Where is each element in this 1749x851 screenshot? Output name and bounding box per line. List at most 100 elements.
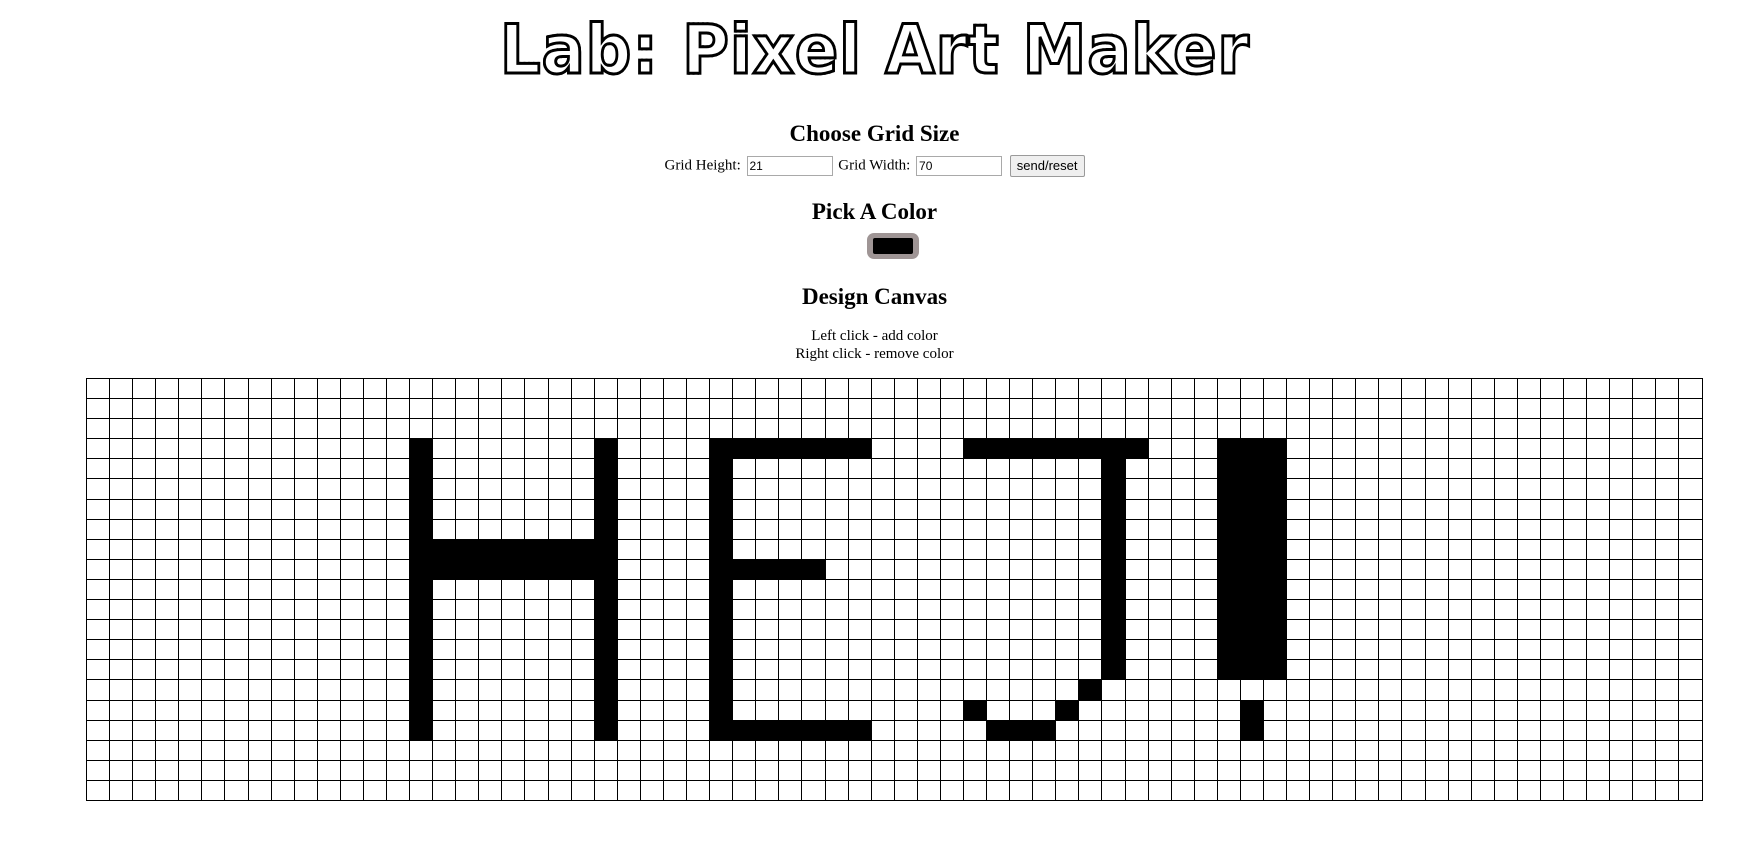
canvas-cell[interactable] [1678, 639, 1703, 661]
canvas-cell[interactable] [1032, 779, 1057, 801]
canvas-cell[interactable] [247, 679, 272, 701]
canvas-cell[interactable] [386, 719, 411, 741]
canvas-cell[interactable] [732, 619, 757, 641]
canvas-cell[interactable] [1609, 558, 1634, 580]
canvas-cell[interactable] [1355, 679, 1380, 701]
canvas-cell[interactable] [339, 578, 364, 601]
canvas-cell[interactable] [1470, 639, 1495, 661]
canvas-cell[interactable] [755, 639, 780, 661]
canvas-cell[interactable] [1424, 759, 1449, 781]
canvas-cell[interactable] [132, 377, 157, 400]
canvas-cell[interactable] [1216, 639, 1241, 661]
canvas-cell[interactable] [432, 639, 457, 661]
canvas-cell[interactable] [1586, 699, 1611, 721]
canvas-cell[interactable] [1262, 759, 1288, 781]
canvas-cell[interactable] [1009, 578, 1034, 601]
canvas-cell[interactable] [1216, 659, 1241, 681]
canvas-cell[interactable] [824, 458, 849, 480]
canvas-cell[interactable] [339, 639, 364, 661]
canvas-cell[interactable] [1355, 478, 1380, 500]
canvas-cell[interactable] [316, 478, 341, 500]
canvas-cell[interactable] [501, 659, 526, 681]
canvas-cell[interactable] [270, 518, 295, 540]
canvas-cell[interactable] [1009, 398, 1034, 420]
canvas-cell[interactable] [109, 619, 134, 641]
canvas-cell[interactable] [270, 739, 295, 761]
canvas-cell[interactable] [1539, 458, 1565, 480]
canvas-cell[interactable] [432, 478, 457, 500]
canvas-cell[interactable] [1078, 639, 1103, 661]
canvas-cell[interactable] [547, 458, 572, 480]
canvas-cell[interactable] [1124, 719, 1149, 741]
canvas-cell[interactable] [362, 659, 388, 681]
canvas-cell[interactable] [1493, 377, 1518, 400]
canvas-cell[interactable] [1516, 739, 1541, 761]
canvas-cell[interactable] [801, 498, 826, 520]
canvas-cell[interactable] [1009, 438, 1034, 460]
canvas-cell[interactable] [1655, 558, 1680, 580]
canvas-cell[interactable] [870, 679, 895, 701]
canvas-cell[interactable] [1562, 739, 1588, 761]
canvas-cell[interactable] [939, 659, 964, 681]
canvas-cell[interactable] [916, 438, 941, 460]
canvas-cell[interactable] [1286, 458, 1311, 480]
canvas-cell[interactable] [1678, 699, 1703, 721]
canvas-cell[interactable] [593, 438, 618, 460]
canvas-cell[interactable] [132, 679, 157, 701]
canvas-cell[interactable] [847, 699, 872, 721]
canvas-cell[interactable] [270, 779, 295, 801]
canvas-cell[interactable] [478, 538, 503, 560]
canvas-cell[interactable] [524, 478, 549, 500]
canvas-cell[interactable] [939, 619, 964, 641]
canvas-cell[interactable] [1655, 759, 1680, 781]
canvas-cell[interactable] [1401, 498, 1426, 520]
canvas-cell[interactable] [801, 398, 826, 420]
canvas-cell[interactable] [1262, 659, 1288, 681]
canvas-cell[interactable] [1539, 377, 1565, 400]
canvas-cell[interactable] [870, 438, 895, 460]
canvas-cell[interactable] [1332, 538, 1357, 560]
canvas-cell[interactable] [1632, 418, 1657, 440]
canvas-cell[interactable] [132, 518, 157, 540]
canvas-cell[interactable] [1493, 779, 1518, 801]
canvas-cell[interactable] [1286, 538, 1311, 560]
canvas-cell[interactable] [109, 578, 134, 601]
canvas-cell[interactable] [270, 558, 295, 580]
canvas-cell[interactable] [1239, 558, 1264, 580]
canvas-cell[interactable] [1401, 659, 1426, 681]
canvas-cell[interactable] [247, 438, 272, 460]
canvas-cell[interactable] [916, 498, 941, 520]
canvas-cell[interactable] [1332, 779, 1357, 801]
canvas-cell[interactable] [455, 759, 480, 781]
canvas-cell[interactable] [732, 779, 757, 801]
canvas-cell[interactable] [409, 639, 434, 661]
canvas-cell[interactable] [593, 418, 618, 440]
canvas-cell[interactable] [755, 558, 780, 580]
canvas-cell[interactable] [1355, 619, 1380, 641]
canvas-cell[interactable] [570, 377, 595, 400]
canvas-cell[interactable] [593, 759, 618, 781]
canvas-cell[interactable] [1101, 639, 1126, 661]
canvas-cell[interactable] [1470, 659, 1495, 681]
canvas-cell[interactable] [755, 418, 780, 440]
canvas-cell[interactable] [962, 719, 988, 741]
canvas-cell[interactable] [801, 779, 826, 801]
canvas-cell[interactable] [270, 578, 295, 601]
canvas-cell[interactable] [409, 438, 434, 460]
canvas-cell[interactable] [1539, 699, 1565, 721]
canvas-cell[interactable] [339, 619, 364, 641]
canvas-cell[interactable] [201, 659, 226, 681]
canvas-cell[interactable] [316, 779, 341, 801]
canvas-cell[interactable] [1009, 518, 1034, 540]
canvas-cell[interactable] [1424, 719, 1449, 741]
canvas-cell[interactable] [662, 639, 688, 661]
canvas-cell[interactable] [1655, 377, 1680, 400]
canvas-cell[interactable] [1539, 779, 1565, 801]
canvas-cell[interactable] [501, 719, 526, 741]
canvas-cell[interactable] [732, 739, 757, 761]
canvas-cell[interactable] [1309, 498, 1334, 520]
canvas-cell[interactable] [847, 578, 872, 601]
canvas-cell[interactable] [824, 518, 849, 540]
canvas-cell[interactable] [1562, 538, 1588, 560]
canvas-cell[interactable] [1678, 599, 1703, 621]
